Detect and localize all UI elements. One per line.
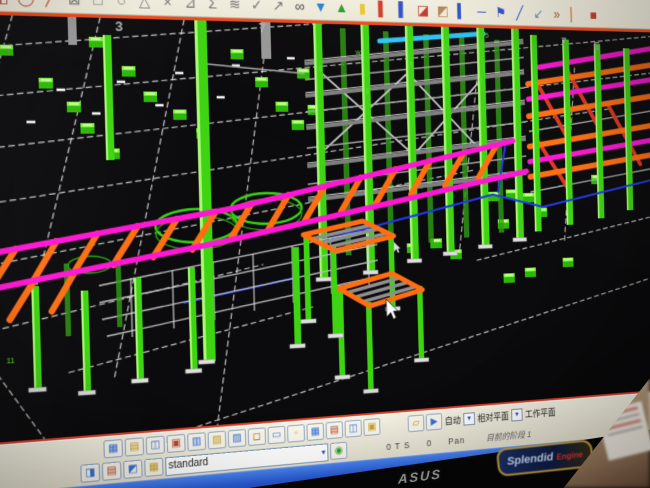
tool-icon-4[interactable]: ▣ xyxy=(167,433,186,452)
page-tool-icon[interactable]: ▤ xyxy=(102,461,122,481)
red-box-icon[interactable]: ◧ xyxy=(0,0,13,9)
red-ring-icon[interactable]: ◯ xyxy=(14,0,38,10)
status-ots: 0 T S xyxy=(386,440,410,452)
snap-auto-label: 自动 xyxy=(445,413,461,427)
svg-text:W: W xyxy=(355,50,361,57)
arrow-sw-icon[interactable]: ↙ xyxy=(529,4,547,24)
yellow-box-icon[interactable]: ▮ xyxy=(352,0,372,19)
svg-text:5: 5 xyxy=(485,32,489,40)
status-count: 0 xyxy=(427,438,433,448)
snap-icon-strip: ▱▶ xyxy=(408,412,443,431)
bar-brown-icon[interactable]: ▏ xyxy=(566,5,584,25)
crossed-box-icon[interactable]: ⊠ xyxy=(62,0,85,11)
angle-icon[interactable]: ⊿ xyxy=(179,0,201,14)
corner-tool-icon[interactable]: ◩ xyxy=(123,459,142,479)
bar-blue-icon[interactable]: ▍ xyxy=(453,1,472,22)
sticker-subtext: Engine xyxy=(556,450,583,462)
binoculars-icon[interactable]: ∞ xyxy=(289,0,310,17)
circle-icon[interactable]: ○ xyxy=(110,0,133,12)
svg-text:11: 11 xyxy=(6,357,14,366)
globe-icon[interactable]: ◉ xyxy=(330,442,347,460)
tool-icon-10[interactable]: ▫ xyxy=(287,424,305,443)
pointer-icon[interactable]: ▶ xyxy=(426,412,443,430)
sticker-text: Splendid xyxy=(507,451,554,468)
svg-text:E: E xyxy=(594,41,601,52)
slash-blue-icon[interactable]: ╱ xyxy=(510,3,528,24)
snap-auto-checkbox[interactable]: ▾ xyxy=(463,412,475,425)
status-phase: 目前的阶段 1 xyxy=(486,427,532,443)
tool-icon-3[interactable]: ◫ xyxy=(146,435,165,454)
right-building xyxy=(527,35,650,232)
model-viewport[interactable]: 3 7 7 E 11 5 W xyxy=(0,10,650,450)
tile-red-icon[interactable]: ◪ xyxy=(413,0,433,21)
cross-icon[interactable]: × xyxy=(156,0,178,14)
zigzag-icon[interactable]: ≋ xyxy=(224,0,246,16)
tool-icon-2[interactable]: ▤ xyxy=(125,437,144,456)
pin-red-icon[interactable]: ▌ xyxy=(373,0,393,20)
tool-icon-9[interactable]: ▭ xyxy=(267,425,285,444)
tool-icon-6[interactable]: ▧ xyxy=(208,430,227,449)
application-window: ◧◯╱⊠□○△×⊿Σ≋✓↗∞▼▲▮▌▌◪◩▍─⚑╱↙»▏■ xyxy=(0,0,650,488)
chevrons-brown-icon[interactable]: » xyxy=(548,4,566,24)
svg-text:3: 3 xyxy=(115,19,123,35)
dash-blue-icon[interactable]: ─ xyxy=(472,2,491,23)
funnel-icon[interactable]: ▼ xyxy=(310,0,331,18)
tile-tan-icon[interactable]: ◩ xyxy=(433,0,452,21)
tool-icon-13[interactable]: ◫ xyxy=(345,419,362,437)
svg-text:7: 7 xyxy=(258,20,266,35)
tool-icon-7[interactable]: ▨ xyxy=(228,428,246,447)
status-mode: Pan xyxy=(448,435,465,446)
red-cube-icon[interactable]: ■ xyxy=(584,5,602,25)
snap-plane-rel-checkbox[interactable]: ▾ xyxy=(511,408,522,421)
check-icon[interactable]: ✓ xyxy=(246,0,267,16)
tree-icon[interactable]: ▲ xyxy=(331,0,351,19)
triangle-icon[interactable]: △ xyxy=(133,0,156,13)
svg-text:7: 7 xyxy=(561,37,566,48)
tool-icon-14[interactable]: ▣ xyxy=(363,418,380,436)
monitor-photo: ◧◯╱⊠□○△×⊿Σ≋✓↗∞▼▲▮▌▌◪◩▍─⚑╱↙»▏■ xyxy=(0,0,650,488)
globe-strip: ◉ xyxy=(330,442,347,460)
tool-icon-8[interactable]: ◻ xyxy=(248,427,266,446)
tool-icon-5[interactable]: ▥ xyxy=(187,432,206,451)
rect-icon[interactable]: □ xyxy=(86,0,109,12)
tool-icon-11[interactable]: ▦ xyxy=(306,422,324,440)
flag-blue-icon[interactable]: ⚑ xyxy=(491,2,510,23)
tool-icon-1[interactable]: ▦ xyxy=(103,438,123,458)
grid-tool-icon[interactable]: ◨ xyxy=(80,463,100,483)
plane-icon[interactable]: ▱ xyxy=(408,414,425,432)
pin-blue-icon[interactable]: ▌ xyxy=(393,0,413,20)
snap-plane-rel-label: 相对平面 xyxy=(477,409,509,424)
mesh-tool-icon[interactable]: ▦ xyxy=(144,458,163,477)
sigma-icon[interactable]: Σ xyxy=(202,0,224,15)
support-columns xyxy=(18,16,306,399)
chevron-down-icon[interactable]: ▾ xyxy=(321,447,325,456)
arrow-ne-icon[interactable]: ↗ xyxy=(268,0,289,17)
snap-plane-work-label: 工作平面 xyxy=(525,405,556,420)
red-slash-icon[interactable]: ╱ xyxy=(38,0,62,10)
grid-intersection-marks xyxy=(25,54,297,122)
tool-icon-12[interactable]: ▤ xyxy=(326,421,344,439)
